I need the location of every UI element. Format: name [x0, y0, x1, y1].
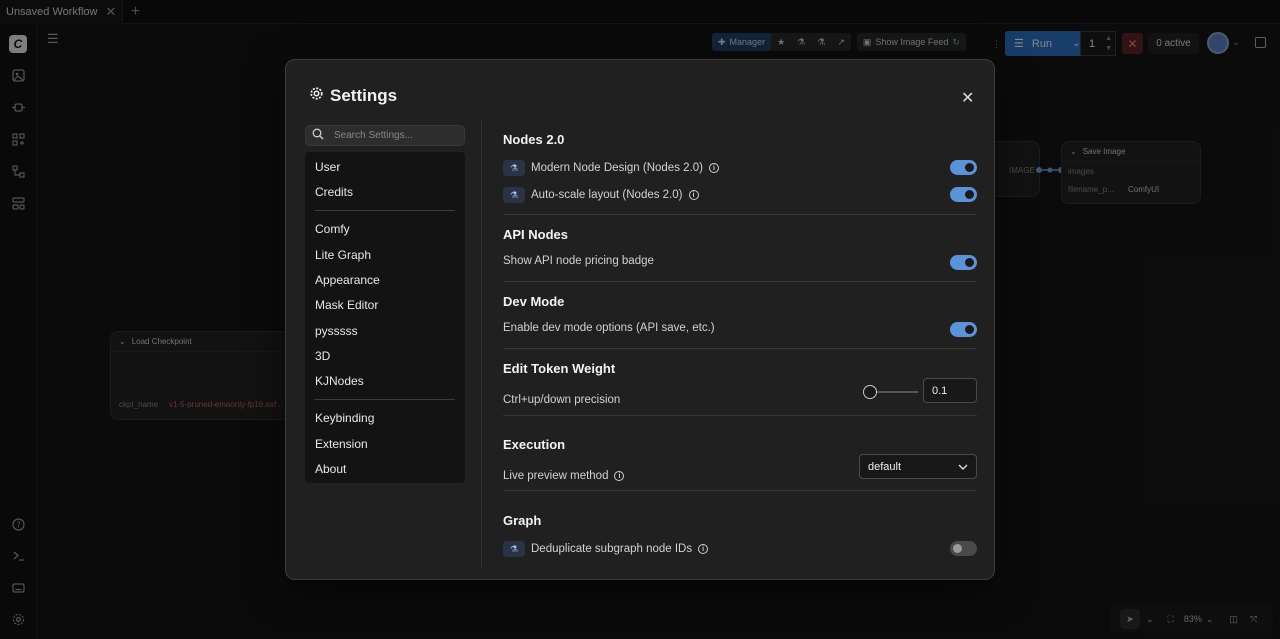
- section-title-token-weight: Edit Token Weight: [503, 361, 616, 376]
- section-title-execution: Execution: [503, 437, 566, 452]
- category-keybinding[interactable]: Keybinding: [315, 411, 374, 425]
- category-list: User Credits Comfy Lite Graph Appearance…: [305, 152, 465, 483]
- settings-search[interactable]: [305, 125, 465, 146]
- chevron-down-icon: [958, 461, 968, 473]
- info-icon[interactable]: i: [698, 544, 709, 554]
- divider: [503, 214, 977, 215]
- close-icon[interactable]: ✕: [961, 88, 974, 108]
- panel-divider: [481, 120, 482, 567]
- divider: [503, 415, 977, 416]
- setting-label: Show API node pricing badge: [503, 255, 654, 267]
- select-value: default: [868, 460, 902, 473]
- dialog-title: Settings: [309, 86, 397, 106]
- slider-handle[interactable]: [863, 385, 878, 399]
- setting-label: Live preview method: [503, 470, 609, 482]
- divider: [503, 490, 977, 491]
- category-about[interactable]: About: [315, 462, 346, 476]
- precision-input[interactable]: 0.1: [923, 378, 977, 403]
- section-title-dev-mode: Dev Mode: [503, 294, 565, 309]
- setting-label: Auto-scale layout (Nodes 2.0): [531, 189, 683, 201]
- setting-live-preview: Live preview method i: [503, 470, 625, 482]
- divider: [503, 348, 977, 349]
- setting-modern-node-design: ⚗ Modern Node Design (Nodes 2.0) i: [503, 160, 719, 176]
- flask-icon: ⚗: [503, 541, 525, 557]
- setting-precision: Ctrl+up/down precision: [503, 394, 620, 406]
- setting-auto-scale: ⚗ Auto-scale layout (Nodes 2.0) i: [503, 187, 699, 203]
- setting-dedupe-node-ids: ⚗ Deduplicate subgraph node IDs i: [503, 541, 709, 557]
- pricing-badge-toggle[interactable]: [950, 255, 977, 270]
- setting-label: Deduplicate subgraph node IDs: [531, 543, 693, 555]
- setting-label: Modern Node Design (Nodes 2.0): [531, 162, 703, 174]
- section-title-nodes2: Nodes 2.0: [503, 132, 565, 147]
- app-root: Unsaved Workflow ✕ + C ? ☰ ⌄ Load Checkp…: [0, 0, 1280, 639]
- settings-dialog: Settings ✕ User Credits Comfy Lite Graph…: [285, 59, 995, 580]
- dev-mode-toggle[interactable]: [950, 322, 977, 337]
- precision-slider[interactable]: [863, 385, 918, 399]
- gear-icon: [309, 86, 324, 106]
- flask-icon: ⚗: [503, 160, 525, 176]
- dedupe-node-ids-toggle[interactable]: [950, 541, 977, 556]
- category-lite-graph[interactable]: Lite Graph: [315, 248, 371, 262]
- category-comfy[interactable]: Comfy: [315, 222, 350, 236]
- category-appearance[interactable]: Appearance: [315, 273, 380, 287]
- category-user[interactable]: User: [315, 160, 340, 174]
- divider: [315, 399, 455, 400]
- category-mask-editor[interactable]: Mask Editor: [315, 298, 378, 312]
- live-preview-select[interactable]: default: [859, 454, 977, 479]
- category-extension[interactable]: Extension: [315, 437, 368, 451]
- section-title-api-nodes: API Nodes: [503, 227, 569, 242]
- flask-icon: ⚗: [503, 187, 525, 203]
- category-3d[interactable]: 3D: [315, 349, 330, 363]
- setting-label: Ctrl+up/down precision: [503, 394, 621, 406]
- modern-node-design-toggle[interactable]: [950, 160, 977, 175]
- info-icon[interactable]: i: [614, 471, 625, 481]
- divider: [315, 210, 455, 211]
- setting-label: Enable dev mode options (API save, etc.): [503, 322, 715, 334]
- category-pysssss[interactable]: pysssss: [315, 324, 358, 338]
- dialog-title-text: Settings: [330, 86, 398, 105]
- auto-scale-toggle[interactable]: [950, 187, 977, 202]
- category-kjnodes[interactable]: KJNodes: [315, 374, 364, 388]
- search-icon: [312, 127, 324, 145]
- setting-pricing-badge: Show API node pricing badge: [503, 255, 654, 267]
- info-icon[interactable]: i: [708, 163, 719, 173]
- section-title-graph: Graph: [503, 513, 542, 528]
- divider: [503, 281, 977, 282]
- setting-dev-mode: Enable dev mode options (API save, etc.): [503, 322, 715, 334]
- search-input[interactable]: [334, 130, 464, 141]
- info-icon[interactable]: i: [688, 190, 699, 200]
- category-credits[interactable]: Credits: [315, 185, 353, 199]
- settings-content: Nodes 2.0 ⚗ Modern Node Design (Nodes 2.…: [503, 130, 977, 575]
